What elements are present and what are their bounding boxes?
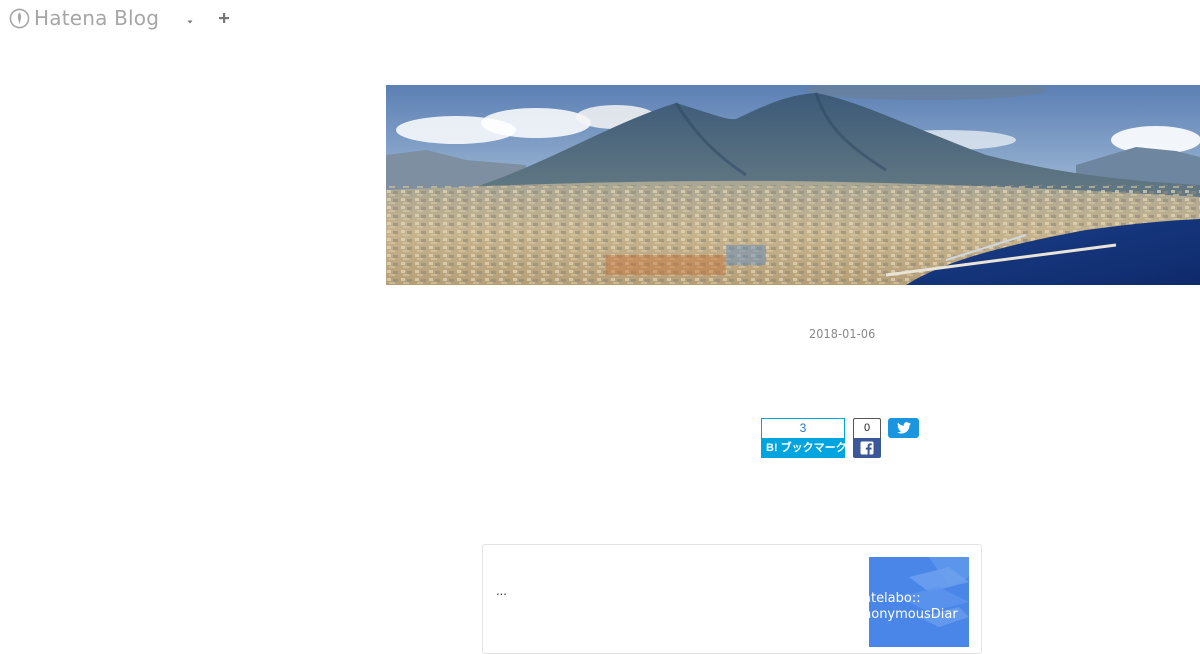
- twitter-share-button[interactable]: [888, 418, 919, 438]
- embedded-link-card[interactable]: ... atelabo:: nonymousDiar: [482, 544, 982, 654]
- embed-thumbnail-title: atelabo:: nonymousDiar: [869, 591, 958, 623]
- entry-date[interactable]: 2018-01-06: [809, 326, 875, 341]
- hatena-bookmark-label: B! ブックマーク: [761, 438, 847, 458]
- embed-thumbnail-line2: nonymousDiar: [869, 607, 958, 622]
- twitter-bird-icon: [896, 422, 911, 434]
- caret-down-icon[interactable]: [185, 14, 195, 24]
- facebook-share-button[interactable]: 0: [853, 418, 881, 458]
- hatena-bookmark-count: 3: [761, 418, 845, 438]
- embed-thumbnail: atelabo:: nonymousDiar: [869, 557, 969, 647]
- global-header: Hatena Blog: [0, 0, 1200, 38]
- embed-thumbnail-line1: atelabo::: [869, 591, 921, 606]
- brand-name: Hatena Blog: [34, 6, 160, 30]
- brand-link[interactable]: Hatena Blog: [9, 6, 159, 30]
- blog-header-image[interactable]: [386, 85, 1200, 285]
- plus-icon[interactable]: [216, 10, 232, 26]
- facebook-icon: [853, 438, 881, 458]
- hatena-bookmark-button[interactable]: 3 B! ブックマーク: [761, 418, 847, 458]
- embed-excerpt: ...: [496, 583, 507, 598]
- hatena-blog-logo-icon: [9, 8, 30, 28]
- facebook-share-count: 0: [853, 418, 881, 438]
